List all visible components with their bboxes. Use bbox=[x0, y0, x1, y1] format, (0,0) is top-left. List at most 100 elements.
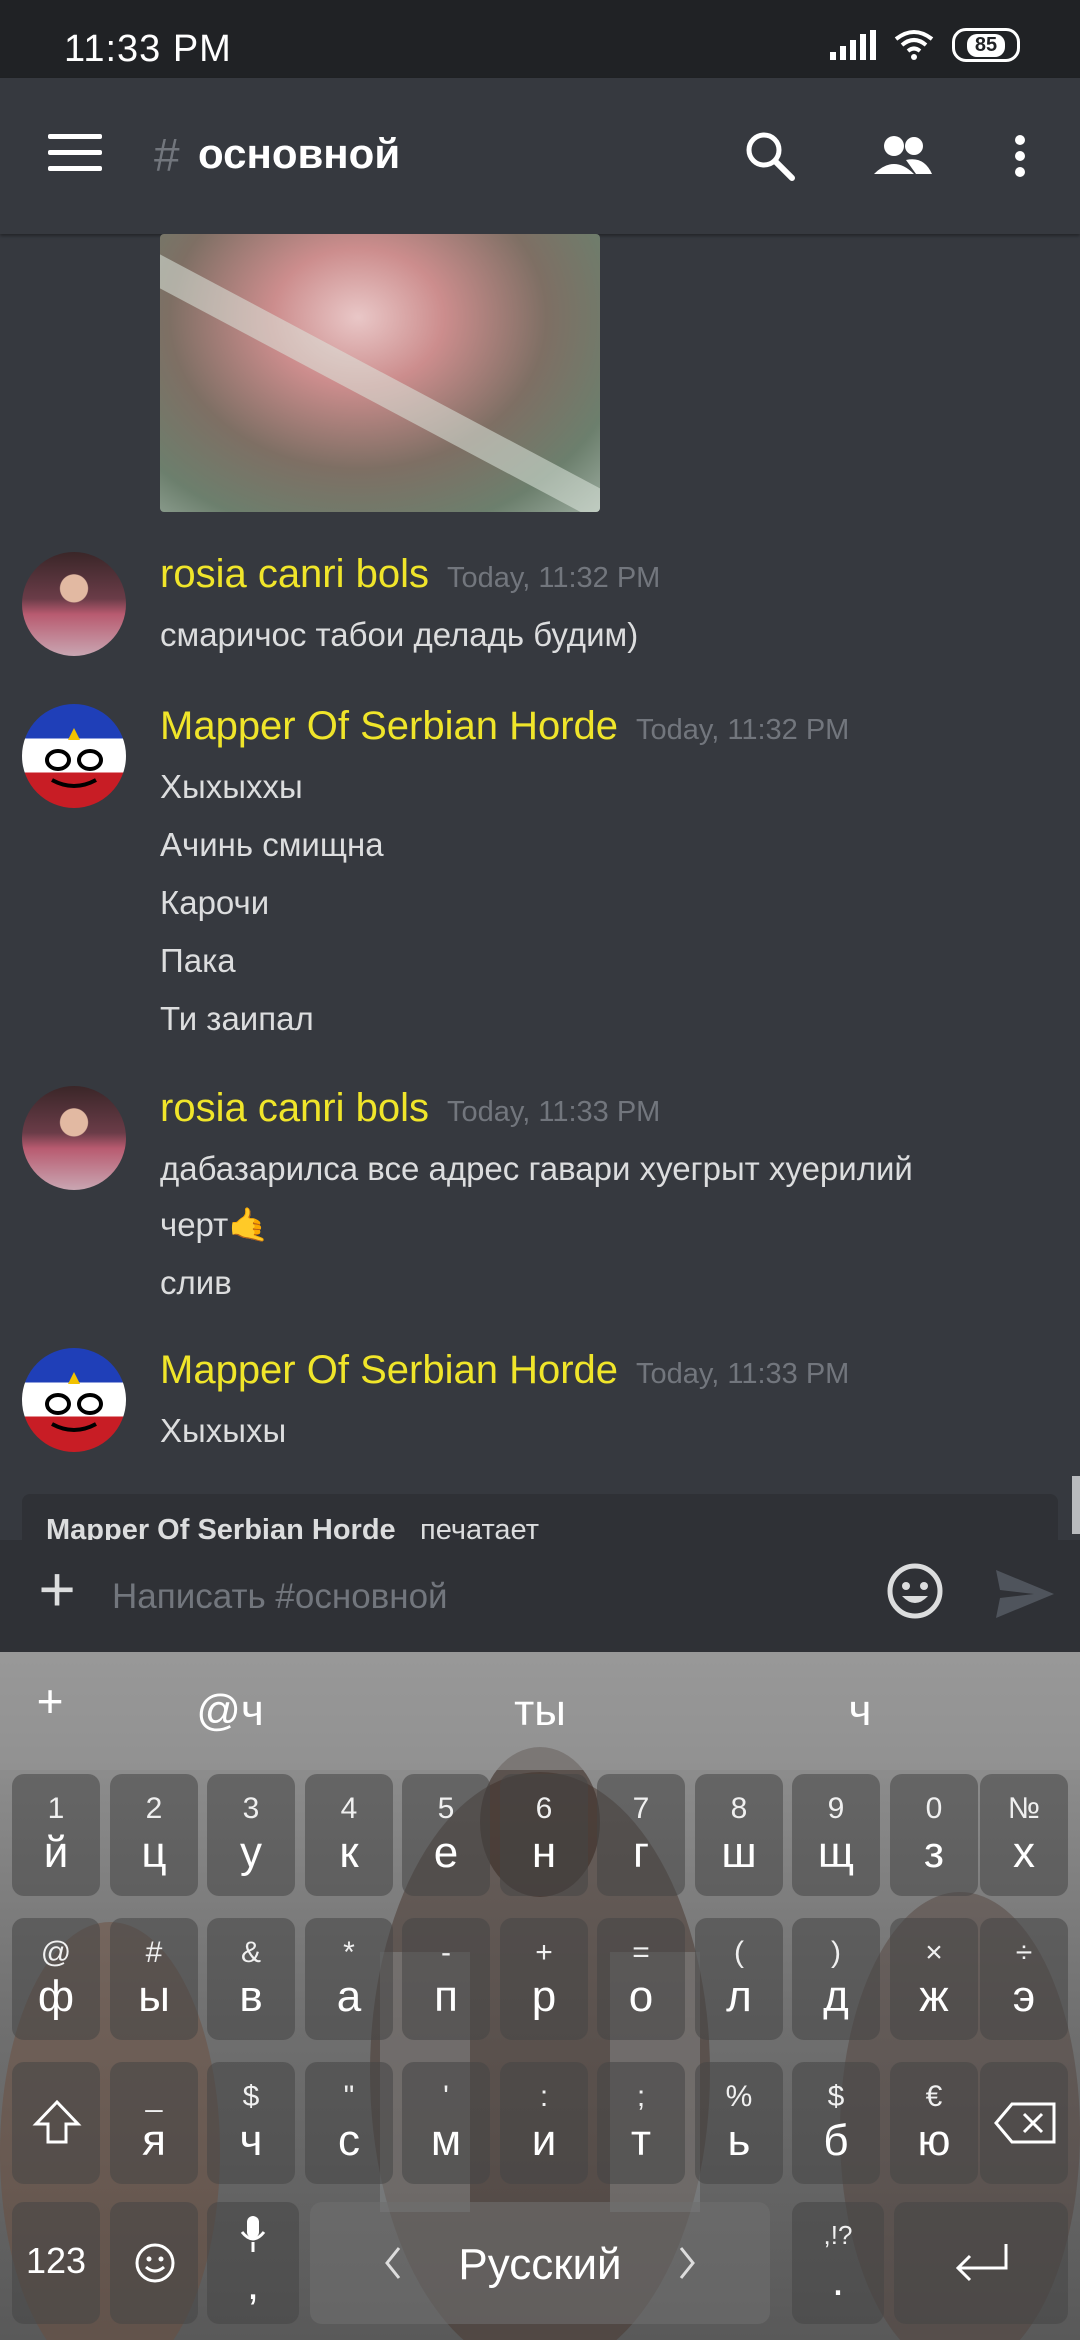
backspace-key[interactable] bbox=[980, 2062, 1068, 2184]
key[interactable]: 3у bbox=[207, 1774, 295, 1896]
message-text: Ачинь смищна bbox=[160, 826, 384, 863]
message-author-row: rosia canri bols Today, 11:32 PM bbox=[160, 552, 660, 597]
scrollbar[interactable] bbox=[1072, 1476, 1080, 1534]
status-icons: 85 bbox=[830, 28, 1020, 62]
key-alt: 4 bbox=[340, 1792, 358, 1825]
key-label: о bbox=[628, 1972, 654, 2021]
message-author[interactable]: rosia canri bols bbox=[160, 1086, 429, 1130]
key-label: щ bbox=[817, 1828, 855, 1877]
shift-key[interactable] bbox=[12, 2062, 100, 2184]
hash-icon: # bbox=[154, 129, 180, 181]
key[interactable]: " с bbox=[305, 2062, 393, 2184]
key-label: ш bbox=[721, 1828, 757, 1877]
key[interactable]: _ я bbox=[110, 2062, 198, 2184]
key[interactable]: $ б bbox=[792, 2062, 880, 2184]
suggestion-add[interactable]: + bbox=[28, 1674, 72, 1728]
comma-key[interactable]: , bbox=[207, 2202, 299, 2324]
key[interactable]: + р bbox=[500, 1918, 588, 2040]
message-author[interactable]: rosia canri bols bbox=[160, 552, 429, 596]
key[interactable]: 0з bbox=[890, 1774, 978, 1896]
key[interactable]: % ь bbox=[695, 2062, 783, 2184]
key[interactable]: * а bbox=[305, 1918, 393, 2040]
message-text: Карочи bbox=[160, 884, 270, 921]
key[interactable]: & в bbox=[207, 1918, 295, 2040]
message-text: смаричос табои деладь будим) bbox=[160, 616, 639, 653]
enter-key[interactable] bbox=[894, 2202, 1068, 2324]
key[interactable]: @ ф bbox=[12, 1918, 100, 2040]
key-label: е bbox=[433, 1828, 459, 1877]
key[interactable]: ÷ э bbox=[980, 1918, 1068, 2040]
key[interactable]: 6н bbox=[500, 1774, 588, 1896]
key-label: я bbox=[142, 2116, 166, 2165]
chevron-right-icon bbox=[679, 2247, 695, 2279]
countryball-icon bbox=[45, 1372, 103, 1432]
key[interactable]: ) д bbox=[792, 1918, 880, 2040]
status-bar: 11:33 PM 85 bbox=[0, 0, 1080, 78]
add-attachment-icon[interactable]: + bbox=[30, 1557, 84, 1621]
key[interactable]: × ж bbox=[890, 1918, 978, 2040]
avatar[interactable] bbox=[22, 704, 126, 808]
menu-icon[interactable] bbox=[48, 134, 104, 174]
message-list[interactable]: rosia canri bols Today, 11:32 PM смаричос… bbox=[0, 234, 1080, 1540]
key-alt: # bbox=[145, 1936, 163, 1969]
message-author-row: Mapper Of Serbian Horde Today, 11:33 PM bbox=[160, 1348, 849, 1393]
message-text: слив bbox=[160, 1264, 232, 1301]
key-label: ы bbox=[138, 1972, 170, 2021]
key[interactable]: -п bbox=[402, 1918, 490, 2040]
send-icon[interactable] bbox=[994, 1566, 1056, 1622]
key[interactable]: (л bbox=[695, 1918, 783, 2040]
key-alt: $ bbox=[242, 2080, 260, 2113]
message-text: Пака bbox=[160, 942, 236, 979]
key-alt: 2 bbox=[145, 1792, 163, 1825]
key[interactable]: # ы bbox=[110, 1918, 198, 2040]
key[interactable]: $ ч bbox=[207, 2062, 295, 2184]
key-label: д bbox=[823, 1972, 849, 2021]
suggestion[interactable]: @ч bbox=[150, 1686, 310, 1736]
soft-keyboard: + @ч ты ч 1й 2ц 3у 4к 5е 6н 7г 8ш 9щ 0з … bbox=[0, 1652, 1080, 2340]
key-label: г bbox=[632, 1828, 650, 1877]
key-label: ю bbox=[917, 2116, 951, 2165]
period-key[interactable]: ,!? . bbox=[792, 2202, 884, 2324]
key[interactable]: № х bbox=[980, 1774, 1068, 1896]
numbers-key[interactable]: 123 bbox=[12, 2202, 100, 2324]
avatar[interactable] bbox=[22, 552, 126, 656]
key-label: . bbox=[831, 2256, 845, 2305]
key[interactable]: ; т bbox=[597, 2062, 685, 2184]
key-alt: " bbox=[343, 2080, 355, 2113]
key-alt: + bbox=[535, 1936, 553, 1969]
message-author-row: Mapper Of Serbian Horde Today, 11:32 PM bbox=[160, 704, 849, 749]
battery-level: 85 bbox=[966, 33, 1006, 57]
more-options-icon[interactable] bbox=[1000, 126, 1040, 186]
message-composer: + bbox=[0, 1540, 1080, 1652]
key[interactable]: :и bbox=[500, 2062, 588, 2184]
avatar[interactable] bbox=[22, 1348, 126, 1452]
key[interactable]: 5е bbox=[402, 1774, 490, 1896]
message-author[interactable]: Mapper Of Serbian Horde bbox=[160, 704, 618, 748]
key[interactable]: ' м bbox=[402, 2062, 490, 2184]
countryball-icon bbox=[45, 728, 103, 788]
emoji-key[interactable] bbox=[110, 2202, 198, 2324]
key[interactable]: = о bbox=[597, 1918, 685, 2040]
spacebar[interactable]: Русский bbox=[310, 2202, 770, 2324]
key[interactable]: 2ц bbox=[110, 1774, 198, 1896]
shift-icon bbox=[32, 2099, 82, 2144]
message-author[interactable]: Mapper Of Serbian Horde bbox=[160, 1348, 618, 1392]
members-icon[interactable] bbox=[870, 126, 936, 186]
image-attachment[interactable] bbox=[160, 234, 600, 512]
key[interactable]: 9щ bbox=[792, 1774, 880, 1896]
emoji-icon[interactable] bbox=[886, 1562, 944, 1620]
suggestion[interactable]: ты bbox=[460, 1686, 620, 1736]
message-input[interactable] bbox=[110, 1562, 854, 1632]
key[interactable]: 4к bbox=[305, 1774, 393, 1896]
key[interactable]: € ю bbox=[890, 2062, 978, 2184]
microphone-icon bbox=[240, 2216, 266, 2252]
avatar[interactable] bbox=[22, 1086, 126, 1190]
key[interactable]: 8ш bbox=[695, 1774, 783, 1896]
key-alt: = bbox=[632, 1936, 650, 1969]
key[interactable]: 1й bbox=[12, 1774, 100, 1896]
search-icon[interactable] bbox=[740, 126, 800, 186]
key[interactable]: 7г bbox=[597, 1774, 685, 1896]
key-alt: @ bbox=[40, 1936, 72, 1969]
suggestion[interactable]: ч bbox=[780, 1686, 940, 1736]
key-alt: × bbox=[925, 1936, 943, 1969]
